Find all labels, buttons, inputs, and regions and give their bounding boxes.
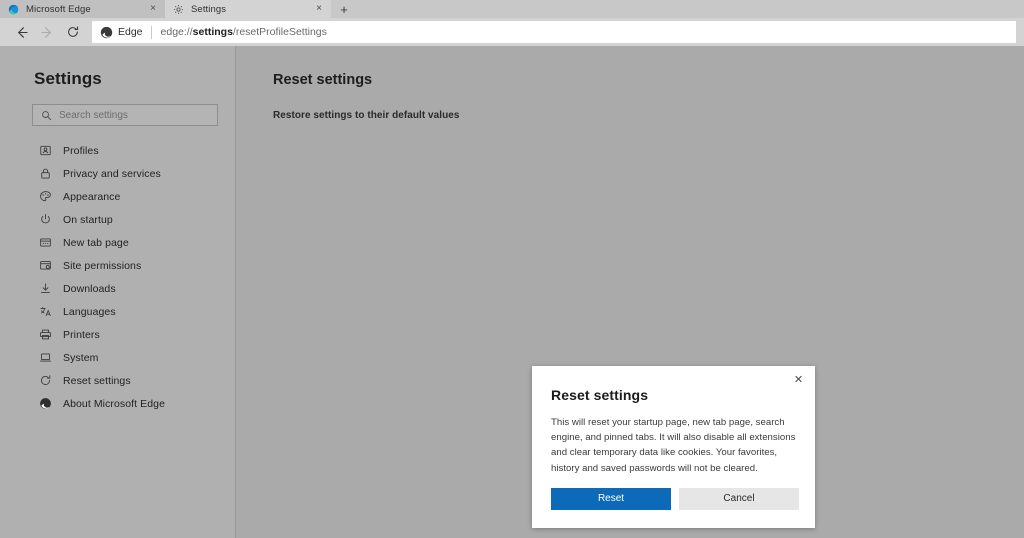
dialog-title: Reset settings <box>551 387 649 403</box>
sidebar-item-reset-settings[interactable]: Reset settings <box>0 369 235 392</box>
palette-icon <box>38 190 52 204</box>
url-highlight: settings <box>192 26 233 38</box>
edge-logo-icon <box>100 26 113 39</box>
omnibox-url: edge://settings/resetProfileSettings <box>161 26 327 38</box>
sidebar-item-site-permissions[interactable]: Site permissions <box>0 254 235 277</box>
profile-card-icon <box>38 144 52 158</box>
laptop-icon <box>38 351 52 365</box>
dialog-body-text: This will reset your startup page, new t… <box>551 417 796 474</box>
printer-icon <box>38 328 52 342</box>
close-icon[interactable]: × <box>313 3 325 15</box>
sidebar-item-label: Downloads <box>63 282 116 295</box>
edge-logo-icon <box>8 4 19 15</box>
sidebar-item-appearance[interactable]: Appearance <box>0 185 235 208</box>
url-suffix: /resetProfileSettings <box>232 26 327 38</box>
sidebar-item-label: About Microsoft Edge <box>63 397 165 410</box>
page-title: Settings <box>34 69 102 88</box>
dialog-actions: Reset Cancel <box>551 488 799 510</box>
sidebar-item-label: On startup <box>63 213 113 226</box>
sidebar-item-label: System <box>63 351 99 364</box>
sidebar-item-new-tab-page[interactable]: New tab page <box>0 231 235 254</box>
languages-icon <box>38 305 52 319</box>
sidebar-item-languages[interactable]: Languages <box>0 300 235 323</box>
sidebar-item-on-startup[interactable]: On startup <box>0 208 235 231</box>
download-arrow-icon <box>38 282 52 296</box>
search-icon <box>40 109 52 121</box>
address-bar[interactable]: Edge edge://settings/resetProfileSetting… <box>92 21 1016 43</box>
new-tab-page-icon <box>38 236 52 250</box>
close-icon[interactable]: × <box>147 3 159 15</box>
sidebar-item-label: Languages <box>63 305 116 318</box>
omnibox-divider <box>150 25 152 39</box>
sidebar-nav-list: Profiles Privacy and services Appearance… <box>0 139 235 415</box>
browser-window: Microsoft Edge × Settings × + Edge edge:… <box>0 0 1024 538</box>
content-section-heading[interactable]: Restore settings to their default values <box>273 110 1024 121</box>
url-prefix: edge:// <box>160 26 193 38</box>
site-permissions-icon <box>38 259 52 273</box>
reset-settings-dialog: ✕ Reset settings This will reset your st… <box>532 366 815 528</box>
settings-sidebar: Settings Profiles <box>0 46 236 538</box>
tab-title: Microsoft Edge <box>26 3 91 15</box>
cancel-button[interactable]: Cancel <box>679 488 799 510</box>
gear-icon <box>173 4 184 15</box>
search-settings-box[interactable] <box>32 104 218 126</box>
tab-strip: Microsoft Edge × Settings × + <box>0 0 1024 18</box>
sidebar-item-system[interactable]: System <box>0 346 235 369</box>
sidebar-item-privacy-and-services[interactable]: Privacy and services <box>0 162 235 185</box>
power-icon <box>38 213 52 227</box>
back-button[interactable] <box>8 19 34 45</box>
sidebar-item-profiles[interactable]: Profiles <box>0 139 235 162</box>
sidebar-item-label: Profiles <box>63 144 99 157</box>
new-tab-button[interactable]: + <box>331 0 357 18</box>
sidebar-item-label: Printers <box>63 328 100 341</box>
sidebar-item-label: Appearance <box>63 190 121 203</box>
close-icon[interactable]: ✕ <box>790 372 807 389</box>
browser-toolbar: Edge edge://settings/resetProfileSetting… <box>0 18 1024 46</box>
sidebar-item-label: Privacy and services <box>63 167 161 180</box>
sidebar-item-label: Reset settings <box>63 374 131 387</box>
forward-button[interactable] <box>34 19 60 45</box>
sidebar-item-printers[interactable]: Printers <box>0 323 235 346</box>
sidebar-item-downloads[interactable]: Downloads <box>0 277 235 300</box>
refresh-button[interactable] <box>60 19 86 45</box>
edge-logo-icon <box>38 397 52 411</box>
reset-button[interactable]: Reset <box>551 488 671 510</box>
browser-tab-settings[interactable]: Settings × <box>165 0 331 18</box>
tab-title: Settings <box>191 3 227 15</box>
content-heading: Reset settings <box>273 72 373 88</box>
settings-page: Settings Profiles <box>0 46 1024 538</box>
browser-tab-microsoft-edge[interactable]: Microsoft Edge × <box>0 0 165 18</box>
sidebar-item-label: New tab page <box>63 236 129 249</box>
omnibox-brand-label: Edge <box>118 26 143 38</box>
sidebar-item-label: Site permissions <box>63 259 142 272</box>
search-input[interactable] <box>59 109 210 121</box>
lock-icon <box>38 167 52 181</box>
sidebar-item-about-microsoft-edge[interactable]: About Microsoft Edge <box>0 392 235 415</box>
reset-circular-arrow-icon <box>38 374 52 388</box>
